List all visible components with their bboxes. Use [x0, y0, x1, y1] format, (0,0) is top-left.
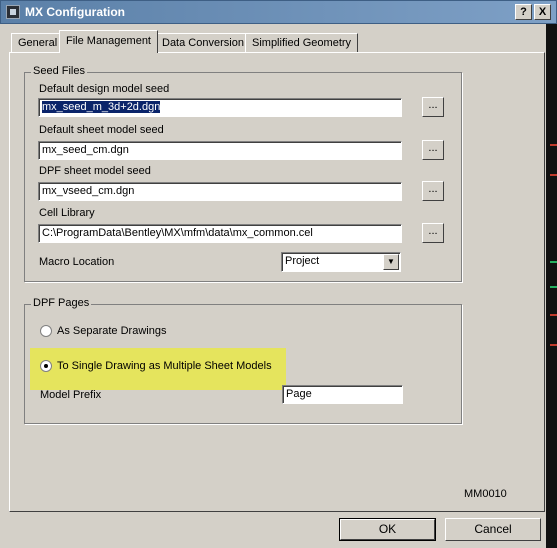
macro-location-select[interactable]: Project ▼: [281, 252, 401, 272]
tab-data-conversion[interactable]: Data Conversion: [155, 33, 251, 52]
radio-single-drawing[interactable]: To Single Drawing as Multiple Sheet Mode…: [40, 359, 280, 375]
dpf-seed-input[interactable]: mx_vseed_cm.dgn: [38, 182, 402, 201]
background-window-strip: [546, 24, 557, 548]
tab-simplified-geometry[interactable]: Simplified Geometry: [245, 33, 359, 52]
dpf-seed-label: DPF sheet model seed: [39, 165, 151, 177]
mx-configuration-dialog: MX Configuration ? X General File Manage…: [0, 0, 557, 548]
tab-general[interactable]: General: [11, 33, 65, 52]
macro-location-label: Macro Location: [39, 256, 115, 268]
cell-library-label: Cell Library: [39, 207, 95, 219]
radio-checked-icon[interactable]: [40, 360, 52, 372]
app-icon: [6, 5, 20, 19]
separate-drawings-label: As Separate Drawings: [57, 325, 167, 337]
cell-library-browse-button[interactable]: ...: [422, 223, 444, 243]
close-button[interactable]: X: [534, 4, 551, 20]
dpf-pages-legend: DPF Pages: [31, 297, 92, 309]
sheet-seed-input[interactable]: mx_seed_cm.dgn: [38, 141, 402, 160]
cancel-button[interactable]: Cancel: [445, 518, 541, 541]
cell-library-input[interactable]: C:\ProgramData\Bentley\MX\mfm\data\mx_co…: [38, 224, 402, 243]
model-prefix-label: Model Prefix: [40, 389, 102, 401]
chevron-down-icon[interactable]: ▼: [383, 254, 399, 270]
design-seed-input[interactable]: mx_seed_m_3d+2d.dgn: [38, 98, 402, 117]
help-button[interactable]: ?: [515, 4, 532, 20]
design-seed-browse-button[interactable]: ...: [422, 97, 444, 117]
design-seed-value: mx_seed_m_3d+2d.dgn: [42, 101, 161, 113]
macro-location-value: Project: [285, 255, 320, 267]
sheet-seed-label: Default sheet model seed: [39, 124, 164, 136]
radio-unchecked-icon[interactable]: [40, 325, 52, 337]
title-bar[interactable]: MX Configuration ? X: [0, 0, 557, 24]
window-title: MX Configuration: [25, 5, 125, 19]
design-seed-label: Default design model seed: [39, 83, 170, 95]
tab-file-management[interactable]: File Management: [59, 30, 158, 53]
single-drawing-label: To Single Drawing as Multiple Sheet Mode…: [57, 360, 272, 372]
sheet-seed-browse-button[interactable]: ...: [422, 140, 444, 160]
dialog-code: MM0010: [464, 488, 507, 500]
radio-separate-drawings[interactable]: As Separate Drawings: [40, 324, 240, 340]
seed-files-legend: Seed Files: [31, 65, 87, 77]
ok-button[interactable]: OK: [339, 518, 436, 541]
dpf-seed-browse-button[interactable]: ...: [422, 181, 444, 201]
model-prefix-input[interactable]: Page: [282, 385, 403, 404]
